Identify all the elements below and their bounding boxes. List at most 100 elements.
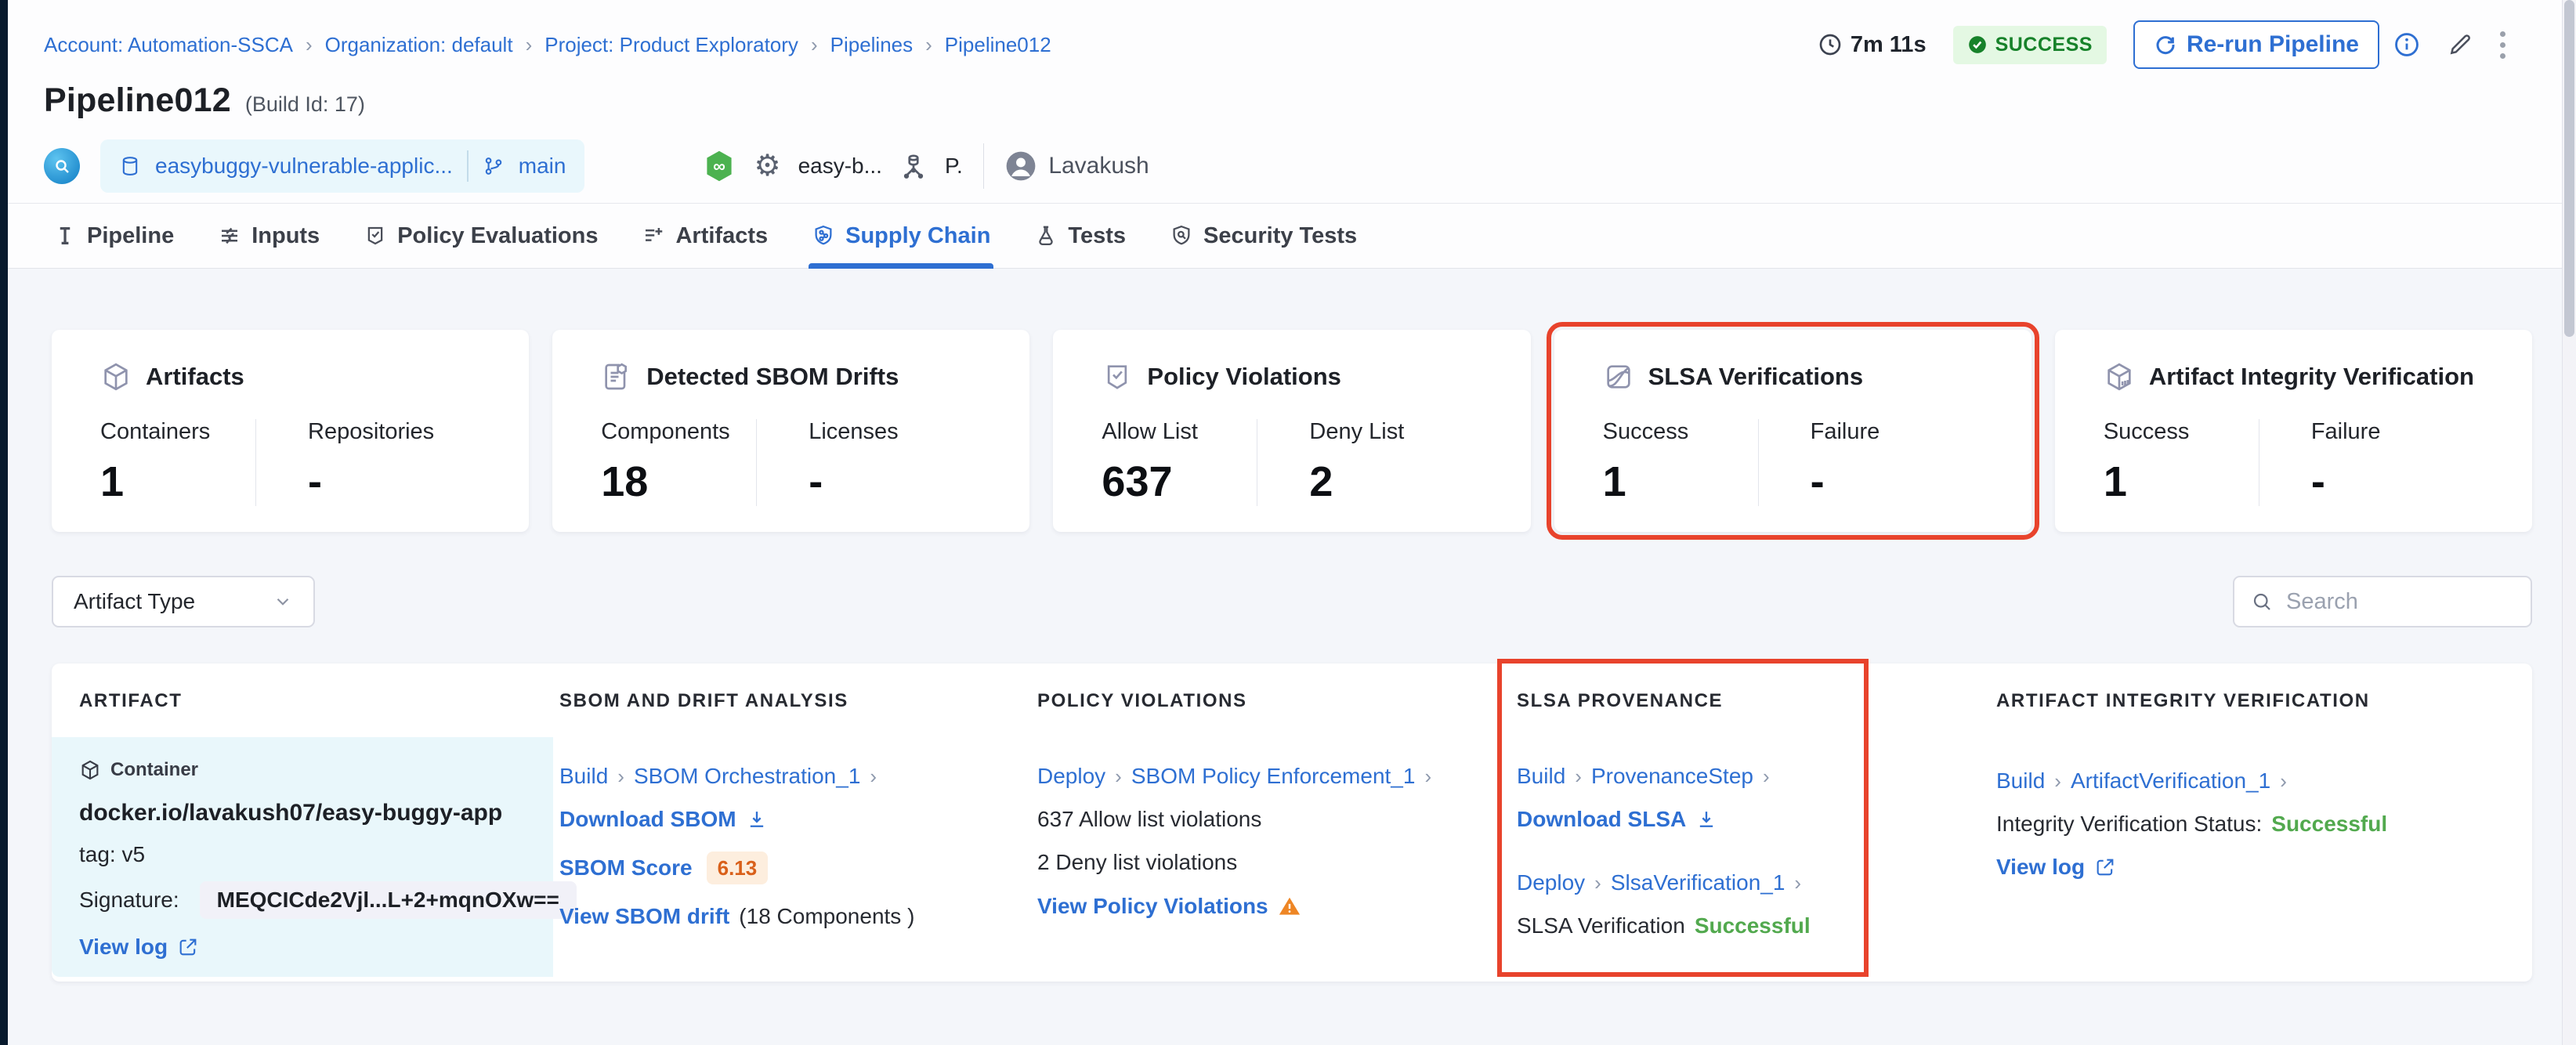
tab-policy-evaluations[interactable]: Policy Evaluations xyxy=(342,204,620,268)
collapsed-nav-strip xyxy=(0,0,8,1045)
search-input[interactable] xyxy=(2286,588,2515,615)
ci-module-icon xyxy=(44,148,80,184)
stage-link[interactable]: Deploy xyxy=(1517,872,1585,894)
stage-link[interactable]: Build xyxy=(559,765,608,787)
signature-value[interactable]: MEQCICde2Vjl...L+2+mqnOXw== xyxy=(199,881,577,919)
download-sbom-link[interactable]: Download SBOM xyxy=(559,808,736,830)
tab-tests[interactable]: Tests xyxy=(1012,204,1148,268)
policy-evaluations-icon xyxy=(367,226,383,245)
page-scrollbar[interactable] xyxy=(2562,0,2576,1045)
tab-pipeline[interactable]: Pipeline xyxy=(31,204,196,268)
breadcrumb-organization[interactable]: Organization: default xyxy=(325,33,513,57)
artifacts-table: ARTIFACT SBOM AND DRIFT ANALYSIS POLICY … xyxy=(52,659,2532,982)
card-title: Detected SBOM Drifts xyxy=(646,363,899,390)
stage-link[interactable]: Build xyxy=(1517,765,1565,787)
tab-supply-chain[interactable]: Supply Chain xyxy=(790,204,1012,269)
sbom-score-link[interactable]: SBOM Score xyxy=(559,857,693,879)
artifact-integrity-cell: Build › ArtifactVerification_1 › Integri… xyxy=(1996,737,2532,977)
stat-value: 2 xyxy=(1309,458,1333,505)
view-log-link[interactable]: View log xyxy=(79,936,168,958)
page-title: Pipeline012 xyxy=(44,81,231,119)
column-header-artifact: ARTIFACT xyxy=(79,690,183,711)
view-log-link[interactable]: View log xyxy=(1996,856,2085,878)
stage-link[interactable]: Deploy xyxy=(1037,765,1105,787)
info-icon[interactable] xyxy=(2393,31,2420,58)
supply-chain-icon xyxy=(815,225,832,245)
stat-value: 637 xyxy=(1102,458,1173,505)
stat-label: Success xyxy=(1602,419,1689,444)
git-branch-icon xyxy=(485,157,502,175)
step-link[interactable]: SlsaVerification_1 xyxy=(1611,872,1785,894)
step-link[interactable]: ArtifactVerification_1 xyxy=(2071,770,2270,792)
view-policy-violations-link[interactable]: View Policy Violations xyxy=(1037,895,1268,917)
allow-list-violations: 637 Allow list violations xyxy=(1037,807,1262,831)
deny-list-violations: 2 Deny list violations xyxy=(1037,850,1238,874)
card-policy-violations: Policy Violations Allow List 637 Deny Lis… xyxy=(1053,330,1531,532)
svg-text:∞: ∞ xyxy=(714,156,726,175)
stage-link[interactable]: Build xyxy=(1996,770,2045,792)
external-link-icon xyxy=(2097,859,2114,876)
divider xyxy=(466,150,469,182)
signature-label: Signature: xyxy=(79,888,179,912)
breadcrumb-project[interactable]: Project: Product Exploratory xyxy=(545,33,798,57)
step-link[interactable]: SBOM Policy Enforcement_1 xyxy=(1131,765,1416,787)
integrity-status-label: Integrity Verification Status: xyxy=(1996,812,2263,836)
stat-label: Components xyxy=(601,419,730,444)
warning-icon xyxy=(1279,897,1300,915)
breadcrumb-pipeline012[interactable]: Pipeline012 xyxy=(945,33,1051,57)
scrollbar-thumb[interactable] xyxy=(2564,0,2574,337)
pipeline-icon xyxy=(60,227,71,244)
repo-branch-chip[interactable]: easybuggy-vulnerable-applic... main xyxy=(100,139,585,193)
stat-label: Allow List xyxy=(1102,419,1198,444)
tests-icon xyxy=(1039,226,1054,245)
stat-label: Repositories xyxy=(308,419,435,444)
cube-verified-icon xyxy=(2107,363,2131,391)
drift-components-count: (18 Components ) xyxy=(739,904,915,928)
stat-value: - xyxy=(308,458,322,505)
tab-inputs[interactable]: Inputs xyxy=(196,204,342,268)
card-artifacts: Artifacts Containers 1 Repositories - xyxy=(52,330,530,532)
chevron-right-icon: › xyxy=(1115,765,1122,788)
download-slsa-link[interactable]: Download SLSA xyxy=(1517,808,1686,830)
card-title: Artifacts xyxy=(146,363,244,390)
tab-artifacts[interactable]: Artifacts xyxy=(620,204,790,268)
rerun-pipeline-button[interactable]: Re-run Pipeline xyxy=(2133,20,2379,69)
step-link[interactable]: ProvenanceStep xyxy=(1591,765,1753,787)
slsa-verification-status: Successful xyxy=(1694,913,1811,938)
pipeline-ref[interactable]: easy-b... xyxy=(798,154,882,179)
triggered-by-user: Lavakush xyxy=(1004,150,1149,183)
branch-name[interactable]: main xyxy=(519,154,566,179)
sbom-cell: Build › SBOM Orchestration_1 › Download … xyxy=(553,737,1037,977)
slsa-provenance-cell: Build › ProvenanceStep › Download SLSA D… xyxy=(1517,737,1996,977)
cd-module-icon: ∞ xyxy=(702,149,736,183)
page-header: Account: Automation-SSCA › Organization:… xyxy=(8,0,2576,269)
step-link[interactable]: SBOM Orchestration_1 xyxy=(634,765,860,787)
breadcrumb-account[interactable]: Account: Automation-SSCA xyxy=(44,33,293,57)
stat-value: 18 xyxy=(601,458,649,505)
page: Account: Automation-SSCA › Organization:… xyxy=(8,0,2576,982)
card-slsa-verifications: SLSA Verifications Success 1 Failure - xyxy=(1546,322,2039,540)
chevron-right-icon: › xyxy=(870,765,877,788)
external-link-icon xyxy=(179,938,197,956)
tab-security-tests[interactable]: Security Tests xyxy=(1148,204,1379,268)
stat-label: Containers xyxy=(100,419,211,444)
stage-ref[interactable]: P. xyxy=(945,154,963,179)
cube-icon xyxy=(104,363,128,391)
build-id: (Build Id: 17) xyxy=(244,92,365,116)
slsa-verification-label: SLSA Verification xyxy=(1517,913,1685,938)
breadcrumb-pipelines[interactable]: Pipelines xyxy=(830,33,914,57)
status-badge: SUCCESS xyxy=(1952,25,2107,64)
security-tests-icon xyxy=(1173,225,1190,245)
slsa-icon xyxy=(1606,365,1630,389)
user-name: Lavakush xyxy=(1048,153,1149,179)
chevron-right-icon: › xyxy=(1794,871,1802,895)
artifact-type-select[interactable]: Artifact Type xyxy=(52,576,315,627)
edit-icon[interactable] xyxy=(2447,31,2473,58)
card-title: SLSA Verifications xyxy=(1648,363,1864,390)
search-box[interactable] xyxy=(2233,576,2532,627)
chevron-right-icon: › xyxy=(1762,765,1770,788)
repo-name[interactable]: easybuggy-vulnerable-applic... xyxy=(155,154,453,179)
kebab-menu-icon[interactable] xyxy=(2500,31,2505,59)
chevron-right-icon: › xyxy=(1594,871,1601,895)
view-sbom-drift-link[interactable]: View SBOM drift xyxy=(559,906,729,927)
